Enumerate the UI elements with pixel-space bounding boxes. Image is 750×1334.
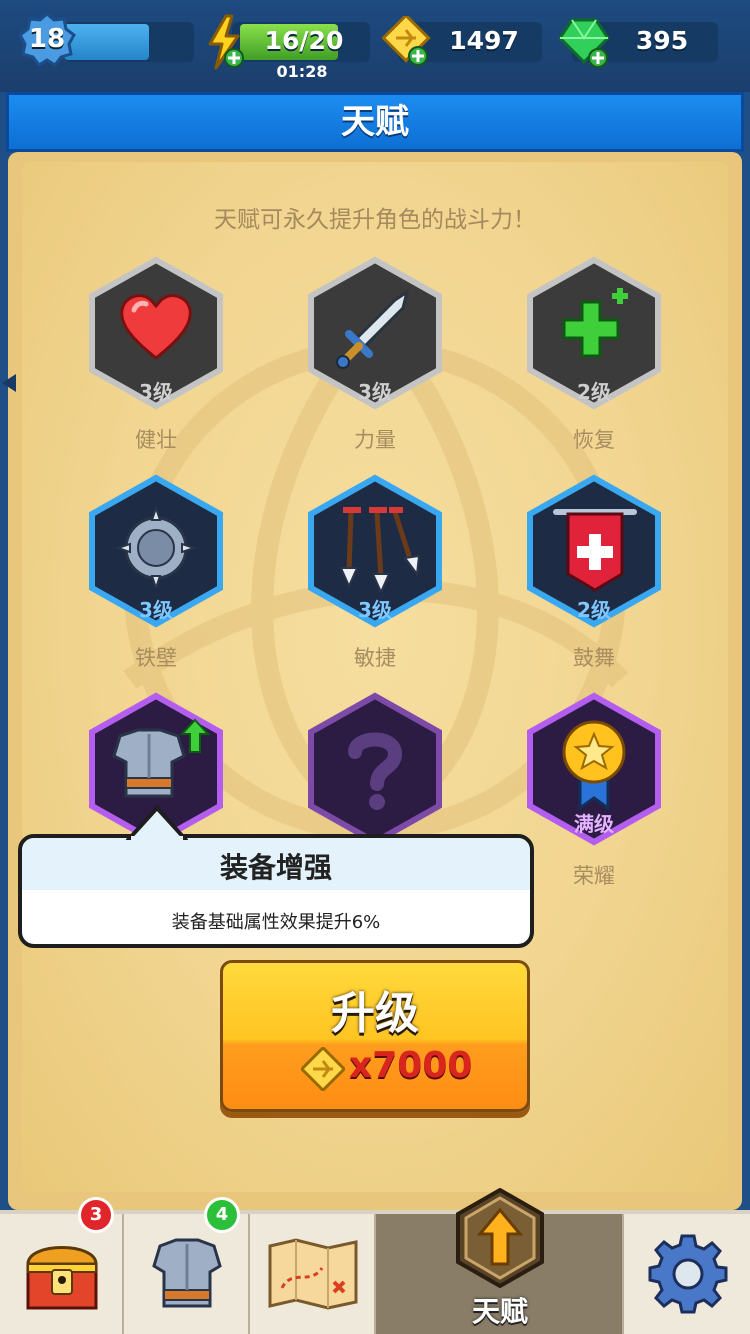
gem-add-icon[interactable] (556, 16, 612, 70)
page-title-bar: 天赋 (6, 92, 744, 152)
green-plus-icon (562, 288, 628, 358)
upgrade-cost: x7000 (349, 1045, 473, 1086)
talent-name: 恢复 (573, 428, 615, 452)
talent-sturdy[interactable]: 3级 健壮 (86, 256, 226, 452)
talent-strength[interactable]: 3级 力量 (305, 256, 445, 452)
talent-level: 3级 (358, 598, 392, 622)
talent-level: 2级 (577, 598, 611, 622)
tooltip-description: 装备基础属性效果提升6% (171, 912, 381, 933)
chest-notification-badge: 3 (78, 1197, 114, 1233)
talent-inspire[interactable]: 2级 鼓舞 (524, 474, 664, 670)
talent-subtitle: 天赋可永久提升角色的战斗力！ (214, 207, 536, 233)
gold-count: 1497 (449, 26, 519, 55)
nav-tab-equipment[interactable] (124, 1214, 250, 1334)
xp-bar-fill (64, 24, 149, 60)
treasure-chest-icon (26, 1246, 98, 1310)
question-icon (348, 732, 403, 810)
medal-icon (562, 720, 626, 811)
talent-recovery[interactable]: 2级 恢复 (524, 256, 664, 452)
nav-tab-chest[interactable] (0, 1214, 124, 1334)
banner-icon (553, 509, 637, 592)
tooltip-title: 装备增强 (219, 851, 332, 884)
talent-tooltip: 装备增强 装备基础属性效果提升6% (18, 834, 534, 948)
talent-level: 满级 (574, 812, 614, 836)
talent-glory[interactable]: 满级 荣耀 (524, 692, 664, 888)
gem-count: 395 (635, 26, 689, 55)
tooltip-pointer (126, 805, 188, 840)
talent-iron-wall[interactable]: 3级 铁壁 (86, 474, 226, 670)
nav-tab-settings[interactable] (624, 1214, 750, 1334)
talent-level: 3级 (358, 380, 392, 404)
energy-timer: 01:28 (276, 62, 328, 81)
talent-locked[interactable] (305, 692, 445, 846)
upgrade-label: 升级 (331, 988, 419, 1039)
gold-coin-icon (301, 1047, 345, 1091)
gold-coin-add-icon[interactable] (382, 16, 432, 68)
upgrade-arrow-icon (180, 718, 210, 753)
arrows-icon (339, 507, 421, 592)
map-icon (268, 1238, 358, 1310)
talent-level: 2级 (577, 380, 611, 404)
heart-icon (120, 294, 192, 360)
equipment-notification-badge: 4 (204, 1197, 240, 1233)
upgrade-button[interactable]: 升级 x7000 (220, 960, 530, 1112)
talent-name: 力量 (354, 428, 396, 452)
spiked-shield-icon (114, 504, 198, 588)
talent-name: 铁壁 (135, 646, 177, 670)
nav-tab-map[interactable] (250, 1214, 376, 1334)
talent-level: 3级 (139, 598, 173, 622)
talent-agility[interactable]: 3级 敏捷 (305, 474, 445, 670)
gear-icon (648, 1234, 728, 1314)
page-title: 天赋 (341, 102, 409, 142)
talent-name: 敏捷 (354, 646, 396, 670)
lightning-add-icon[interactable] (204, 14, 246, 70)
talent-name: 健壮 (135, 428, 177, 452)
energy-count: 16/20 (264, 26, 344, 55)
talent-name: 鼓舞 (573, 646, 615, 670)
talent-level: 3级 (139, 380, 173, 404)
talent-arrow-icon (456, 1188, 544, 1288)
sword-icon (336, 288, 410, 369)
nav-tab-talent-label: 天赋 (471, 1295, 528, 1328)
armor-icon (152, 1238, 222, 1308)
player-level: 18 (28, 24, 66, 54)
side-arrow-icon[interactable] (0, 372, 18, 394)
